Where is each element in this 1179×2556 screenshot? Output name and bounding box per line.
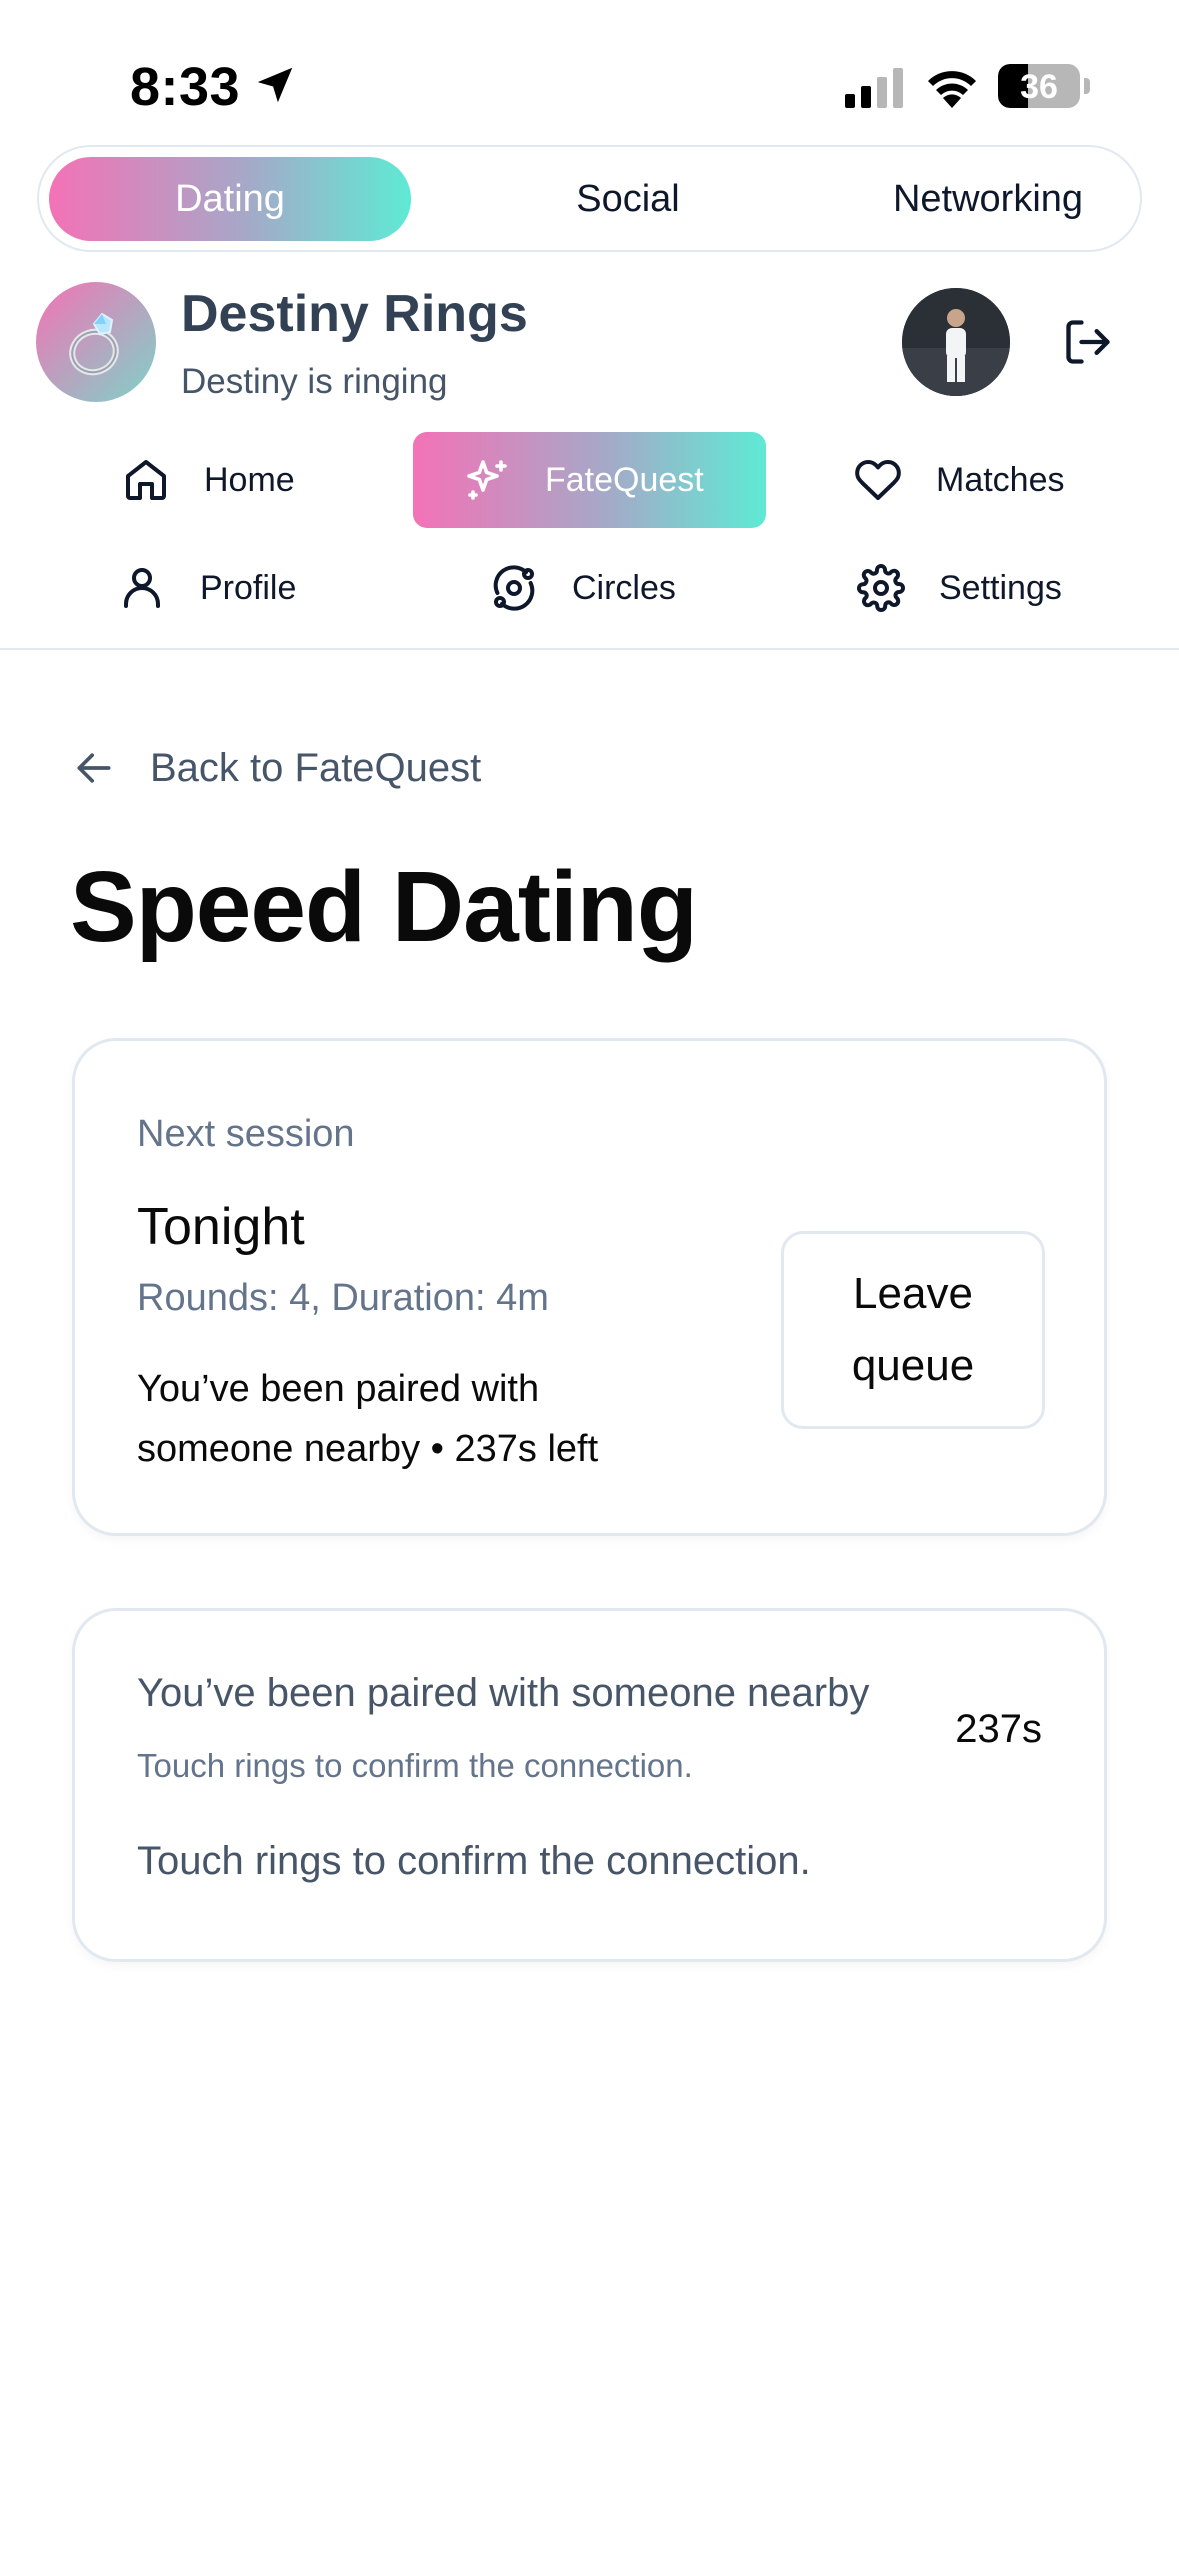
nav-home-label: Home [204,460,295,499]
nav-fatequest-label: FateQuest [545,460,704,499]
brand-subtitle: Destiny is ringing [181,362,448,401]
orbit-icon [493,565,535,611]
back-link-label: Back to FateQuest [150,745,482,790]
user-icon [124,568,160,608]
cellular-signal-icon [845,68,903,108]
nav-settings[interactable]: Settings [857,540,1062,636]
status-time: 8:33 [130,57,241,117]
home-icon [126,460,166,500]
avatar-figure [902,288,1010,396]
nav-settings-label: Settings [939,568,1062,607]
nav-profile-label: Profile [200,568,297,607]
page-title: Speed Dating [70,851,698,963]
nav-circles-label: Circles [572,568,676,607]
mode-tab-social[interactable]: Social [447,157,809,241]
next-session-card: Next session Tonight Rounds: 4, Duration… [72,1038,1107,1536]
battery-percent: 36 [1020,68,1058,106]
session-label: Next session [137,1113,355,1155]
mode-switch: Dating Social Networking [37,145,1142,252]
ring-icon [69,312,119,376]
mode-tab-dating[interactable]: Dating [49,157,411,241]
mode-tab-networking[interactable]: Networking [807,157,1169,241]
arrow-left-icon [77,753,111,783]
location-arrow-icon [257,67,293,103]
battery-tip [1084,78,1090,94]
nav-profile[interactable]: Profile [118,540,296,636]
nav-circles[interactable]: Circles [490,540,676,636]
back-to-fatequest-link[interactable]: Back to FateQuest [72,740,481,796]
session-status: You’ve been paired with someone nearby •… [137,1368,599,1470]
pairing-timer: 237s [955,1707,1042,1751]
user-avatar[interactable] [902,288,1010,396]
header-divider [0,648,1179,650]
wifi-icon [928,71,976,108]
status-bar: 8:33 36 [0,0,1179,150]
pairing-instruction: Touch rings to confirm the connection. [137,1839,811,1883]
pairing-card: You’ve been paired with someone nearby 2… [72,1608,1107,1962]
gear-icon [857,564,905,612]
nav-matches[interactable]: Matches [854,432,1065,528]
nav-matches-label: Matches [936,460,1065,499]
battery-icon: 36 [998,64,1080,108]
brand-title: Destiny Rings [181,285,528,343]
session-meta: Rounds: 4, Duration: 4m [137,1277,549,1319]
sparkles-icon [467,460,507,500]
ring-logo[interactable] [36,282,156,402]
nav-home[interactable]: Home [122,432,295,528]
pairing-subtext: Touch rings to confirm the connection. [137,1747,693,1784]
pairing-heading: You’ve been paired with someone nearby [137,1671,870,1715]
session-title: Tonight [137,1198,305,1256]
nav-fatequest[interactable]: FateQuest [413,432,766,528]
leave-queue-button[interactable]: Leave queue [781,1231,1045,1429]
heart-icon [855,459,901,500]
logout-icon[interactable] [1062,316,1114,368]
